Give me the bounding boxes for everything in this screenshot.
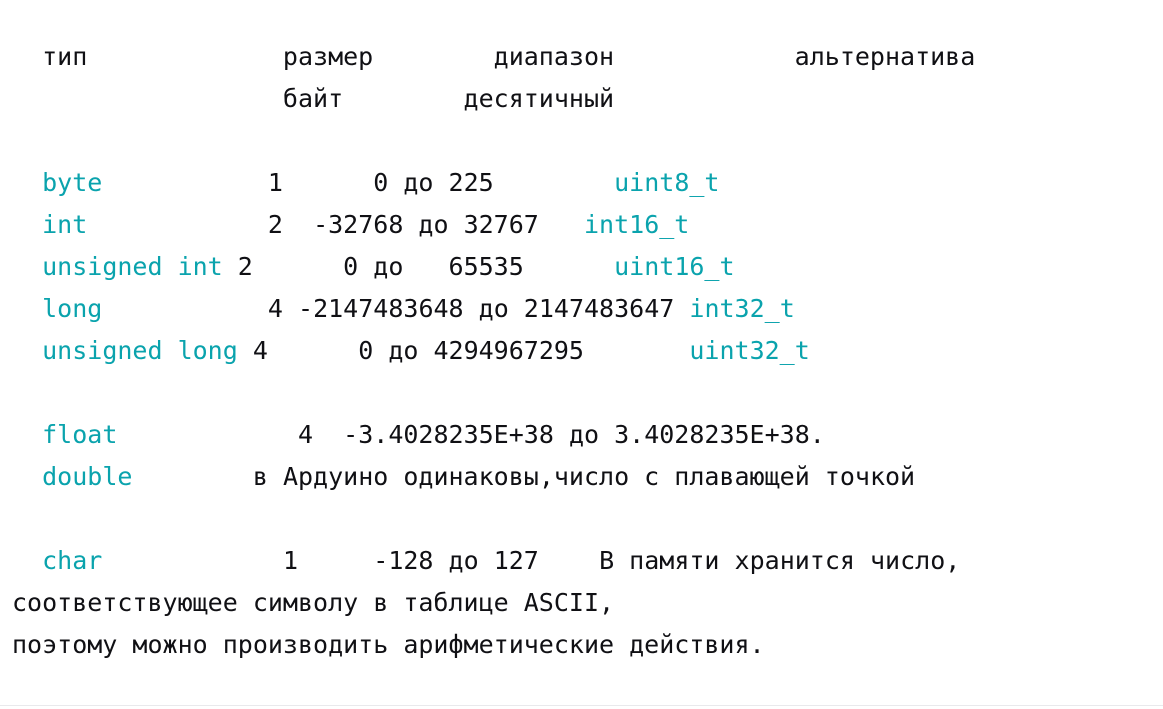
gap-after-type: [223, 252, 238, 281]
spacer-line-1: [12, 120, 1163, 162]
row-indent: [12, 210, 42, 239]
gap-after-size: [283, 168, 373, 197]
gap-after-type: [102, 294, 268, 323]
note-double: в Ардуино одинаковы,число с плавающей то…: [252, 462, 916, 491]
type-name-unsigned-int: unsigned int: [42, 252, 223, 281]
gap-after-size: [283, 294, 298, 323]
row-indent: [12, 420, 42, 449]
gap-after-type: [238, 336, 253, 365]
gap-after-size: [313, 420, 343, 449]
spacer-line-3: [12, 498, 1163, 540]
note-char-line-2: соответствующее символу в таблице ASCII,: [12, 588, 615, 617]
size-bytes-byte: 1: [267, 168, 283, 197]
type-name-float: float: [42, 420, 118, 449]
table-row-unsigned-int: unsigned int 2 0 до 65535 uint16_t: [12, 246, 1163, 288]
gap-after-range: [674, 294, 689, 323]
range-byte: 0 до 225: [373, 168, 494, 197]
alternative-long: int32_t: [689, 294, 795, 323]
table-row-float: float 4 -3.4028235E+38 до 3.4028235E+38.: [12, 414, 1163, 456]
gap-after-type: [87, 210, 268, 239]
gap-after-range: [539, 210, 584, 239]
type-name-byte: byte: [42, 168, 103, 197]
range-float: -3.4028235E+38 до 3.4028235E+38.: [343, 420, 825, 449]
code-sheet: тип размер диапазон альтернатива байт де…: [0, 0, 1163, 709]
size-bytes-int: 2: [267, 210, 283, 239]
gap-after-range: [494, 168, 614, 197]
range-unsigned-int: 0 до 65535: [343, 252, 524, 281]
alternative-unsigned-long: uint32_t: [689, 336, 810, 365]
gap-after-size: [253, 252, 343, 281]
gap-after-type: [117, 420, 298, 449]
alternative-unsigned-int: uint16_t: [614, 252, 735, 281]
gap-after-size: [268, 336, 358, 365]
gap-after-range: [584, 336, 689, 365]
note-char-line-2-row: соответствующее символу в таблице ASCII,: [12, 582, 1163, 624]
type-name-int: int: [42, 210, 88, 239]
alternative-byte: uint8_t: [614, 168, 720, 197]
range-long: -2147483648 до 2147483647: [298, 294, 675, 323]
header-row-1-text: тип размер диапазон альтернатива: [12, 42, 976, 71]
table-row-char: char 1 -128 до 127 В памяти хранится чис…: [12, 540, 1163, 582]
size-bytes-long: 4: [267, 294, 283, 323]
table-row-long: long 4 -2147483648 до 2147483647 int32_t: [12, 288, 1163, 330]
size-bytes-unsigned-int: 2: [237, 252, 253, 281]
header-row-2: байт десятичный: [12, 78, 1163, 120]
row-indent: [12, 294, 42, 323]
spacer-line-2: [12, 372, 1163, 414]
alternative-int: int16_t: [584, 210, 690, 239]
size-bytes-float: 4: [298, 420, 314, 449]
type-name-unsigned-long: unsigned long: [42, 336, 238, 365]
size-bytes-unsigned-long: 4: [252, 336, 268, 365]
type-name-long: long: [42, 294, 103, 323]
gap-after-type: [132, 462, 252, 491]
gap-after-size: [298, 546, 373, 575]
range-char: -128 до 127: [373, 546, 539, 575]
table-row-byte: byte 1 0 до 225 uint8_t: [12, 162, 1163, 204]
arduino-datatypes-table: тип размер диапазон альтернатива байт де…: [0, 36, 1163, 666]
note-char-line-3-row: поэтому можно производить арифметические…: [12, 624, 1163, 666]
range-int: -32768 до 32767: [313, 210, 539, 239]
row-indent: [12, 546, 42, 575]
table-row-int: int 2 -32768 до 32767 int16_t: [12, 204, 1163, 246]
note-char-line-3: поэтому можно производить арифметические…: [12, 630, 765, 659]
table-row-double: double в Ардуино одинаковы,число с плава…: [12, 456, 1163, 498]
header-row-2-text: байт десятичный: [12, 84, 615, 113]
size-bytes-char: 1: [282, 546, 299, 575]
gap-after-type: [102, 168, 268, 197]
row-indent: [12, 168, 42, 197]
row-indent: [12, 462, 42, 491]
header-row-1: тип размер диапазон альтернатива: [12, 36, 1163, 78]
note-char-line-1: В памяти хранится число,: [599, 546, 961, 575]
type-name-double: double: [42, 462, 133, 491]
gap-after-type: [102, 546, 283, 575]
row-indent: [12, 252, 42, 281]
row-indent: [12, 336, 42, 365]
gap-after-size: [283, 210, 313, 239]
gap-after-range: [539, 546, 599, 575]
type-name-char: char: [42, 546, 103, 575]
table-row-unsigned-long: unsigned long 4 0 до 4294967295 uint32_t: [12, 330, 1163, 372]
range-unsigned-long: 0 до 4294967295: [358, 336, 584, 365]
gap-after-range: [524, 252, 614, 281]
bottom-divider: [0, 705, 1163, 706]
